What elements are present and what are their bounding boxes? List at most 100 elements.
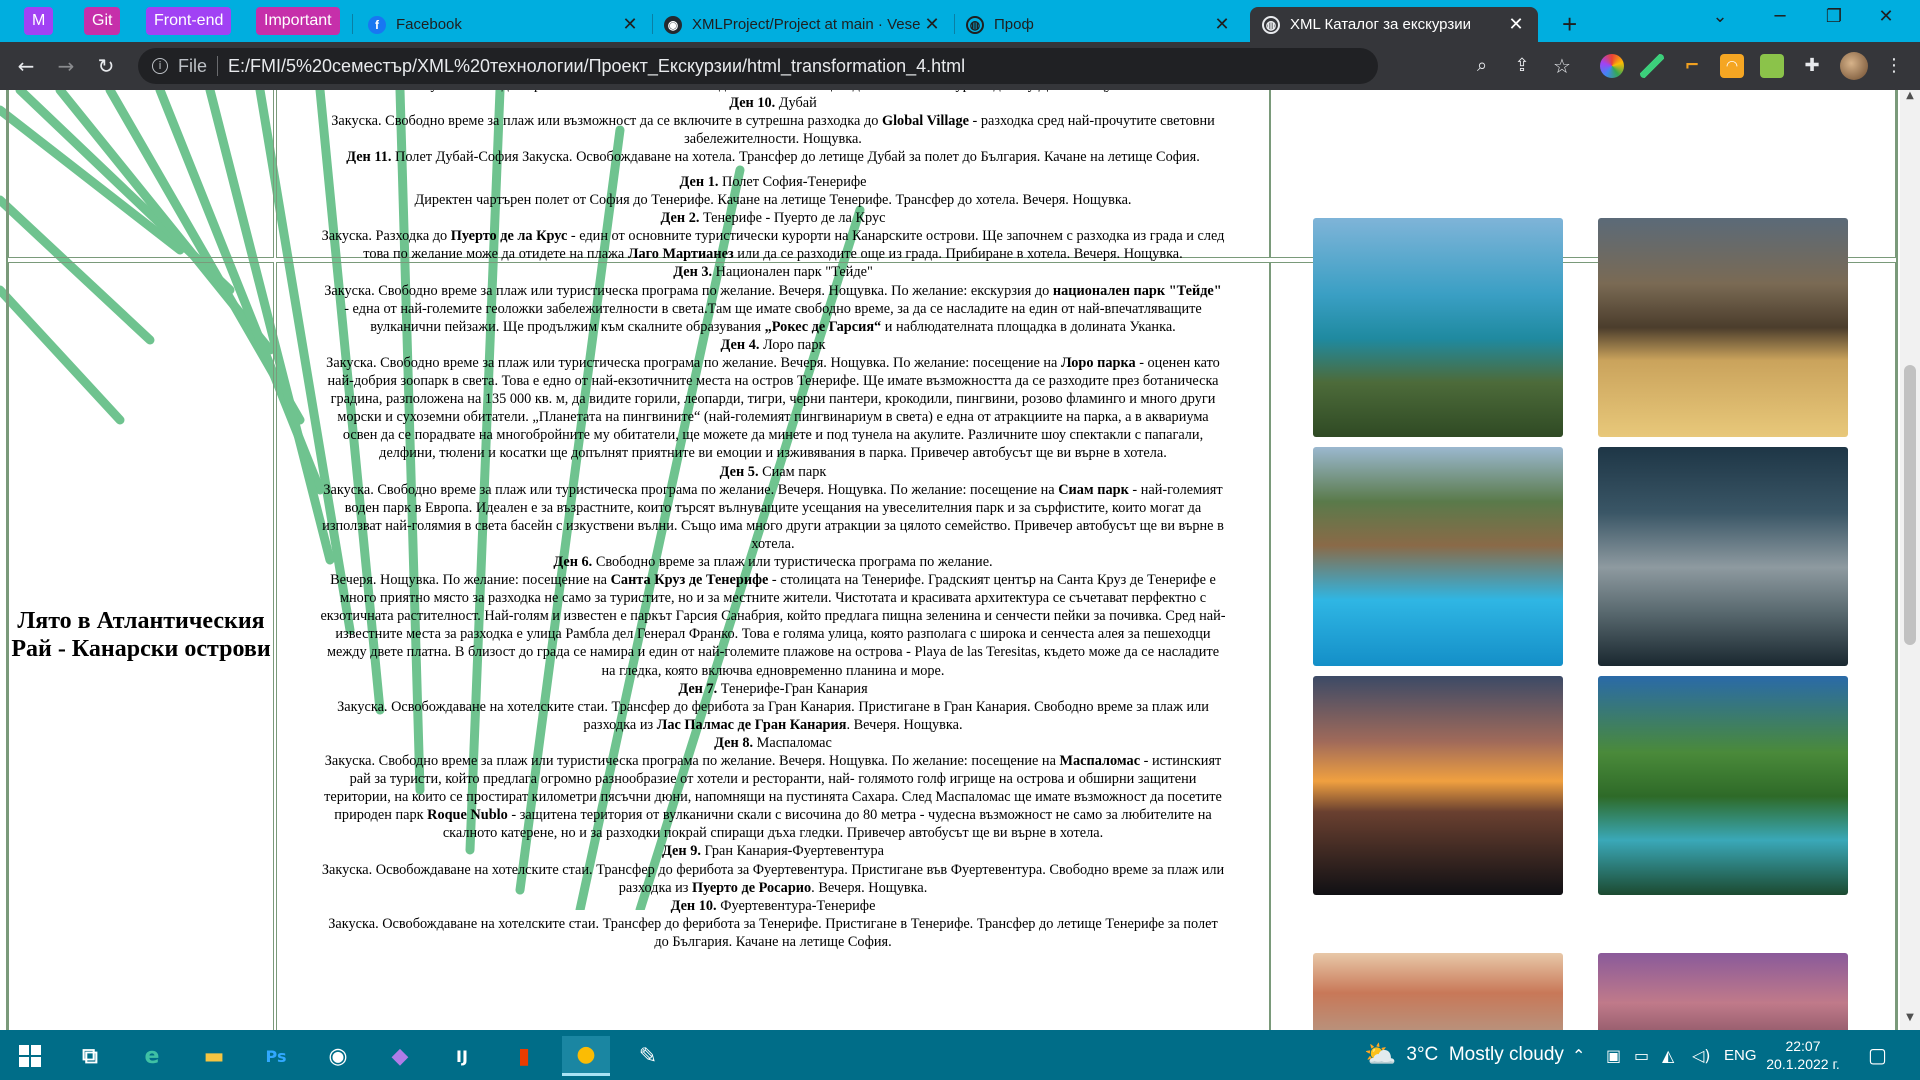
program-line: Закуска. Освобождаване на хотелските ста… bbox=[337, 698, 1209, 715]
program-line: хотела. bbox=[751, 535, 795, 552]
close-tab-icon[interactable]: ✕ bbox=[620, 14, 640, 35]
scroll-down-icon[interactable]: ▼ bbox=[1900, 1012, 1920, 1028]
close-tab-icon[interactable]: ✕ bbox=[1212, 14, 1232, 35]
partly-cloudy-icon: ⛅ bbox=[1364, 1040, 1397, 1070]
share-icon[interactable]: ⇪ bbox=[1508, 52, 1536, 80]
volume-icon[interactable]: ◁) bbox=[1692, 1030, 1711, 1080]
program-line: - една от най-големите геоложки забележи… bbox=[344, 300, 1202, 317]
program-line: Ден 10. Фуертевентура-Тенерифе bbox=[670, 897, 876, 914]
program-line: Ден 9. Гран Канария-Фуертевентура bbox=[662, 843, 884, 860]
url-scheme: File bbox=[178, 55, 208, 76]
paint-icon[interactable]: ✎ bbox=[624, 1036, 672, 1076]
visual-studio-icon-glyph: ◆ bbox=[391, 1043, 409, 1069]
close-window-button[interactable]: ✕ bbox=[1866, 6, 1906, 27]
rss-extension-icon[interactable]: ◠ bbox=[1720, 54, 1744, 78]
program-line: до България. Качане на летище София. bbox=[654, 933, 892, 950]
forward-arrow-icon[interactable]: → bbox=[52, 52, 80, 80]
program-line: Ден 7. Тенерифе-Гран Канария bbox=[678, 680, 868, 697]
program-line: това по желание може да отидете на плажа… bbox=[363, 246, 1183, 263]
program-line: Ден 5. Сиам парк bbox=[719, 463, 827, 480]
program-line: Закуска. Освобождаване на хотелските ста… bbox=[321, 861, 1225, 878]
task-view-icon[interactable]: ⧉ bbox=[66, 1036, 114, 1076]
android-extension-icon[interactable] bbox=[1760, 54, 1784, 78]
browser-toolbar: ← → ↻ i File E:/FMI/5%20семестър/XML%20т… bbox=[0, 42, 1920, 90]
tab-search-icon[interactable]: ⌄ bbox=[1700, 6, 1740, 27]
minimize-button[interactable]: ─ bbox=[1760, 6, 1800, 27]
bookmark-star-icon[interactable]: ☆ bbox=[1548, 52, 1576, 80]
device-icon[interactable]: ▣ bbox=[1606, 1030, 1621, 1080]
bookmark-important[interactable]: Important bbox=[256, 7, 340, 35]
venice-dusk-photo bbox=[1598, 953, 1848, 1030]
program-line: екзотичната растителност. Най-голям и из… bbox=[320, 608, 1226, 625]
discord-icon[interactable]: ◉ bbox=[314, 1036, 362, 1076]
address-bar[interactable]: i File E:/FMI/5%20семестър/XML%20техноло… bbox=[138, 48, 1378, 84]
close-tab-icon[interactable]: ✕ bbox=[922, 14, 942, 35]
coastal-resort-photo bbox=[1313, 218, 1563, 437]
program-line: вулканични пейзажи. Ще продължим към ска… bbox=[370, 318, 1176, 335]
back-arrow-icon[interactable]: ← bbox=[12, 52, 40, 80]
program-line: Директен чартърен полет от София до Тене… bbox=[414, 192, 1132, 209]
bookmark-front-end[interactable]: Front-end bbox=[146, 7, 232, 35]
tray-chevron-icon[interactable]: ⌃ bbox=[1572, 1030, 1585, 1080]
program-line: Закуска. Освобождаване на хотелските ста… bbox=[328, 915, 1218, 932]
battery-icon[interactable]: ▭ bbox=[1634, 1030, 1649, 1080]
tour-title: Лято в Атлантическия Рай - Канарски остр… bbox=[11, 608, 271, 662]
zoom-icon[interactable]: ⌕ bbox=[1468, 52, 1496, 80]
penguin-exhibit-photo bbox=[1598, 447, 1848, 666]
notifications-icon[interactable]: ▢ bbox=[1868, 1030, 1887, 1080]
program-line: Ден 8. Маспаломас bbox=[714, 734, 832, 751]
program-line: известните места за разходка е улица Рам… bbox=[335, 626, 1211, 643]
office-icon[interactable]: ▮ bbox=[500, 1036, 548, 1076]
program-line: Закуска. Свободно време за плаж или тури… bbox=[326, 354, 1220, 371]
file-explorer-icon[interactable]: ▬ bbox=[190, 1036, 238, 1076]
program-line: Ден 1. Полет София-Тенерифе bbox=[679, 174, 867, 190]
program-line: между двете платна. В близост до града с… bbox=[326, 644, 1220, 661]
edge-icon[interactable]: e bbox=[128, 1036, 176, 1076]
tab-xml-catalog[interactable]: ◍ XML Каталог за екскурзии ✕ bbox=[1250, 7, 1538, 42]
paint-icon-glyph: ✎ bbox=[638, 1043, 658, 1069]
program-line: Ден 11. Полет Дубай-София Закуска. Освоб… bbox=[346, 149, 1200, 166]
photoshop-icon[interactable]: Ps bbox=[252, 1036, 300, 1076]
program-line: градина, разположена на 135 000 кв. м, д… bbox=[330, 391, 1216, 408]
scroll-up-icon[interactable]: ▲ bbox=[1900, 90, 1920, 106]
office-icon-glyph: ▮ bbox=[517, 1043, 531, 1069]
tool-extension-icon[interactable]: ⌐ bbox=[1680, 54, 1704, 78]
program-line: Закуска. Свободно време за плаж или възм… bbox=[331, 113, 1215, 130]
wifi-icon[interactable]: ◭ bbox=[1662, 1030, 1674, 1080]
weather-widget[interactable]: ⛅ 3°C Mostly cloudy bbox=[1364, 1030, 1564, 1080]
tab-prof[interactable]: ◍ Проф ✕ bbox=[954, 7, 1244, 42]
extensions-puzzle-icon[interactable]: ✚ bbox=[1798, 52, 1826, 80]
tab-facebook[interactable]: f Facebook ✕ bbox=[356, 7, 652, 42]
edge-icon-glyph: e bbox=[144, 1043, 160, 1069]
program-line: Ден 6. Свободно време за плаж или турист… bbox=[553, 553, 993, 570]
clock[interactable]: 22:07 20.1.2022 г. bbox=[1738, 1030, 1868, 1080]
program-line: много приятно място за разходка не само … bbox=[339, 590, 1207, 607]
new-tab-button[interactable]: + bbox=[1562, 9, 1577, 40]
page-scrollbar[interactable]: ▲ ▼ bbox=[1900, 90, 1920, 1030]
profile-avatar[interactable] bbox=[1840, 52, 1868, 80]
dolphin-show-photo bbox=[1313, 447, 1563, 666]
scrollbar-thumb[interactable] bbox=[1904, 365, 1916, 645]
program-line: освен да се порадвате на многобройните м… bbox=[342, 427, 1204, 444]
reload-icon[interactable]: ↻ bbox=[92, 52, 120, 80]
facebook-icon: f bbox=[368, 15, 386, 34]
menu-kebab-icon[interactable]: ⋮ bbox=[1880, 52, 1908, 80]
sunset-shore-photo bbox=[1313, 676, 1563, 895]
maximize-button[interactable]: ❐ bbox=[1814, 6, 1854, 27]
program-line: Закуска. Свободно време за плаж или тури… bbox=[324, 282, 1222, 299]
tab-github[interactable]: ◉ XMLProject/Project at main · Vese ✕ bbox=[652, 7, 954, 42]
windows-start-icon[interactable] bbox=[6, 1036, 54, 1076]
chrome-icon[interactable]: ● bbox=[562, 1036, 610, 1076]
visual-studio-icon[interactable]: ◆ bbox=[376, 1036, 424, 1076]
pen-extension-icon[interactable] bbox=[1640, 54, 1664, 78]
intellij-icon[interactable]: IJ bbox=[438, 1036, 486, 1076]
bookmark-m[interactable]: M bbox=[24, 7, 54, 35]
program-line: делфини, тюлени и косатки ще допълнят пр… bbox=[379, 445, 1167, 462]
task-view-icon-glyph: ⧉ bbox=[82, 1043, 98, 1069]
close-tab-icon[interactable]: ✕ bbox=[1506, 14, 1526, 35]
program-line: територии, на които се простират километ… bbox=[324, 789, 1222, 806]
bookmark-git[interactable]: Git bbox=[84, 7, 121, 35]
site-info-icon[interactable]: i bbox=[152, 58, 168, 74]
color-picker-extension-icon[interactable] bbox=[1600, 54, 1624, 78]
program-line: забележителности. Нощувка. bbox=[684, 131, 862, 148]
